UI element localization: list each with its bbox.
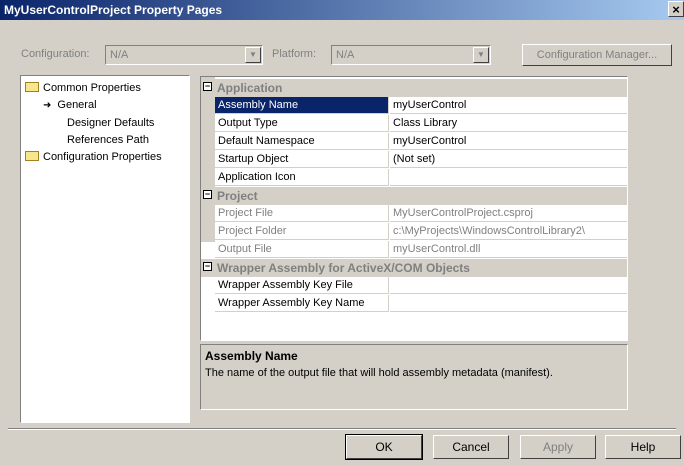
category-title: Wrapper Assembly for ActiveX/COM Objects bbox=[217, 261, 470, 275]
configuration-value: N/A bbox=[110, 49, 129, 61]
tree-item-references-path[interactable]: References Path bbox=[67, 134, 149, 146]
property-name: Wrapper Assembly Key Name bbox=[215, 295, 389, 312]
property-name: Assembly Name bbox=[215, 97, 389, 114]
description-title: Assembly Name bbox=[205, 349, 298, 363]
property-row-output-type[interactable]: Output Type Class Library bbox=[215, 115, 627, 133]
property-row-application-icon[interactable]: Application Icon bbox=[215, 169, 627, 187]
property-row-project-file[interactable]: Project File MyUserControlProject.csproj bbox=[215, 205, 627, 223]
property-row-startup-object[interactable]: Startup Object (Not set) bbox=[215, 151, 627, 169]
grid-margin bbox=[201, 77, 215, 242]
tree-label: Common Properties bbox=[43, 82, 141, 94]
collapse-icon[interactable]: − bbox=[203, 190, 212, 199]
configuration-label: Configuration: bbox=[21, 48, 90, 60]
property-value[interactable] bbox=[390, 295, 627, 312]
collapse-icon[interactable]: − bbox=[203, 262, 212, 271]
tree-item-common-properties[interactable]: Common Properties bbox=[25, 82, 141, 94]
property-value[interactable]: myUserControl bbox=[390, 133, 627, 150]
property-row-assembly-name[interactable]: Assembly Name myUserControl bbox=[215, 97, 627, 115]
tree-item-configuration-properties[interactable]: Configuration Properties bbox=[25, 151, 162, 163]
property-row-default-namespace[interactable]: Default Namespace myUserControl bbox=[215, 133, 627, 151]
property-value[interactable] bbox=[390, 277, 627, 294]
property-name: Wrapper Assembly Key File bbox=[215, 277, 389, 294]
configuration-combo[interactable]: N/A ▼ bbox=[105, 45, 263, 65]
category-title: Application bbox=[217, 81, 283, 95]
tree-label: References Path bbox=[67, 134, 149, 146]
configuration-manager-button[interactable]: Configuration Manager... bbox=[522, 44, 672, 66]
platform-value: N/A bbox=[336, 49, 355, 61]
property-name: Default Namespace bbox=[215, 133, 389, 150]
tree-label: Designer Defaults bbox=[67, 117, 155, 129]
close-icon[interactable]: × bbox=[668, 1, 684, 17]
folder-icon bbox=[25, 151, 39, 161]
category-application[interactable]: − Application bbox=[201, 79, 627, 97]
collapse-icon[interactable]: − bbox=[203, 82, 212, 91]
property-name: Project File bbox=[215, 205, 389, 222]
property-grid[interactable]: − Application Assembly Name myUserContro… bbox=[200, 76, 628, 341]
category-tree[interactable]: Common Properties ➜ General Designer Defa… bbox=[20, 75, 190, 423]
cancel-button[interactable]: Cancel bbox=[433, 435, 509, 459]
category-project[interactable]: − Project bbox=[201, 187, 627, 205]
property-row-wrapper-key-file[interactable]: Wrapper Assembly Key File bbox=[215, 277, 627, 295]
property-value[interactable]: myUserControl bbox=[390, 97, 627, 114]
property-row-project-folder[interactable]: Project Folder c:\MyProjects\WindowsCont… bbox=[215, 223, 627, 241]
category-wrapper-assembly[interactable]: − Wrapper Assembly for ActiveX/COM Objec… bbox=[201, 259, 627, 277]
title-bar: MyUserControlProject Property Pages × bbox=[0, 0, 684, 20]
tree-item-general[interactable]: ➜ General bbox=[43, 99, 97, 111]
tree-label: General bbox=[57, 99, 97, 111]
apply-button[interactable]: Apply bbox=[520, 435, 596, 459]
property-name: Project Folder bbox=[215, 223, 389, 240]
property-value[interactable]: Class Library bbox=[390, 115, 627, 132]
category-title: Project bbox=[217, 189, 258, 203]
property-value[interactable] bbox=[390, 169, 627, 186]
property-name: Startup Object bbox=[215, 151, 389, 168]
property-name: Output Type bbox=[215, 115, 389, 132]
chevron-down-icon[interactable]: ▼ bbox=[245, 47, 261, 63]
description-panel: Assembly Name The name of the output fil… bbox=[200, 344, 628, 410]
divider bbox=[8, 428, 676, 430]
property-value: MyUserControlProject.csproj bbox=[390, 205, 627, 222]
property-row-output-file[interactable]: Output File myUserControl.dll bbox=[215, 241, 627, 259]
property-name: Output File bbox=[215, 241, 389, 258]
tree-item-designer-defaults[interactable]: Designer Defaults bbox=[67, 117, 154, 129]
chevron-down-icon[interactable]: ▼ bbox=[473, 47, 489, 63]
platform-label: Platform: bbox=[272, 48, 317, 60]
window-title: MyUserControlProject Property Pages bbox=[4, 3, 223, 17]
arrow-right-icon: ➜ bbox=[43, 100, 52, 111]
tree-label: Configuration Properties bbox=[43, 151, 162, 163]
property-value[interactable]: (Not set) bbox=[390, 151, 627, 168]
property-value: myUserControl.dll bbox=[390, 241, 627, 258]
description-text: The name of the output file that will ho… bbox=[205, 367, 553, 379]
ok-button[interactable]: OK bbox=[345, 434, 423, 460]
help-button[interactable]: Help bbox=[605, 435, 681, 459]
platform-combo[interactable]: N/A ▼ bbox=[331, 45, 491, 65]
folder-open-icon bbox=[25, 82, 39, 92]
property-row-wrapper-key-name[interactable]: Wrapper Assembly Key Name bbox=[215, 295, 627, 313]
property-name: Application Icon bbox=[215, 169, 389, 186]
property-value: c:\MyProjects\WindowsControlLibrary2\ bbox=[390, 223, 627, 240]
